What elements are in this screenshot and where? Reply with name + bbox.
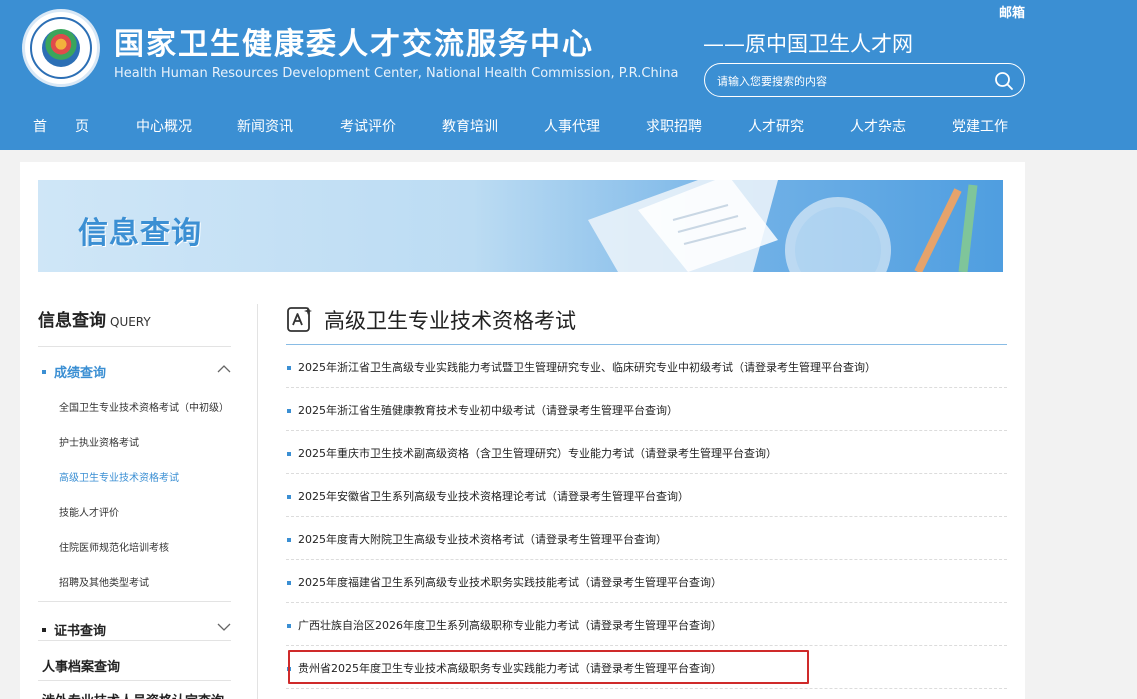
nav-personnel[interactable]: 人事代理 (544, 116, 600, 136)
nav-jobs[interactable]: 求职招聘 (646, 116, 702, 136)
list-item[interactable]: 2025年重庆市卫生技术副高级资格（含卫生管理研究）专业能力考试（请登录考生管理… (286, 431, 1007, 474)
nav-about[interactable]: 中心概况 (136, 116, 192, 136)
main-panel: 信息查询 信息查询 QUERY 成绩查询 全国卫生专业技术资格考试（中初级） 护士… (20, 162, 1025, 699)
list-item-text[interactable]: 2025年浙江省卫生高级专业实践能力考试暨卫生管理研究专业、临床研究专业中初级考… (298, 359, 876, 375)
sidebar-group-personnel[interactable]: 人事档案查询 (42, 656, 235, 675)
content-area: 高级卫生专业技术资格考试 2025年浙江省卫生高级专业实践能力考试暨卫生管理研究… (286, 302, 1007, 699)
sidebar-title-zh: 信息查询 (38, 311, 106, 331)
nav-party[interactable]: 党建工作 (952, 116, 1008, 136)
list-item[interactable]: 2025年度福建省卫生系列高级专业技术职务实践技能考试（请登录考生管理平台查询） (286, 560, 1007, 603)
mail-link[interactable]: 邮箱 (999, 2, 1025, 21)
bullet-icon (287, 409, 291, 413)
list-item-text[interactable]: 2025年浙江省生殖健康教育技术专业初中级考试（请登录考生管理平台查询） (298, 402, 678, 418)
list-item[interactable]: 2025年度青大附院卫生高级专业技术资格考试（请登录考生管理平台查询） (286, 517, 1007, 560)
bullet-icon (287, 624, 291, 628)
bullet-icon (287, 452, 291, 456)
sidebar-group-results[interactable]: 成绩查询 (38, 362, 231, 381)
nav-exams[interactable]: 考试评价 (340, 116, 396, 136)
list-item-text[interactable]: 2025年度青大附院卫生高级专业技术资格考试（请登录考生管理平台查询） (298, 531, 667, 547)
sidebar-item-residency[interactable]: 住院医师规范化培训考核 (59, 539, 169, 554)
selection-highlight-box (288, 650, 809, 684)
bullet-icon (287, 538, 291, 542)
sidebar-divider (38, 601, 231, 602)
nav-home[interactable]: 首 页 (33, 116, 89, 136)
sidebar-divider (38, 346, 231, 347)
sidebar-item-senior-exam[interactable]: 高级卫生专业技术资格考试 (59, 469, 179, 484)
former-site-name: ——原中国卫生人才网 (703, 32, 913, 56)
site-logo[interactable] (22, 9, 100, 87)
bullet-icon (42, 628, 46, 632)
ai-document-icon (287, 307, 312, 332)
sidebar-item-recruitment[interactable]: 招聘及其他类型考试 (59, 574, 149, 589)
site-subtitle: Health Human Resources Development Cente… (114, 66, 679, 81)
list-item[interactable]: 广西壮族自治区2026年度卫生系列高级职称专业能力考试（请登录考生管理平台查询） (286, 603, 1007, 646)
sidebar-title: 信息查询 QUERY (38, 306, 151, 331)
sidebar: 信息查询 QUERY 成绩查询 全国卫生专业技术资格考试（中初级） 护士执业资格考… (38, 302, 233, 699)
sidebar-divider (38, 640, 231, 641)
search-box (704, 63, 1025, 97)
bullet-icon (42, 370, 46, 374)
logo-emblem (42, 29, 80, 67)
nav-training[interactable]: 教育培训 (442, 116, 498, 136)
sidebar-group-label: 证书查询 (54, 624, 107, 639)
bullet-icon (287, 495, 291, 499)
list-item-text[interactable]: 2025年重庆市卫生技术副高级资格（含卫生管理研究）专业能力考试（请登录考生管理… (298, 445, 777, 461)
search-icon[interactable] (994, 71, 1014, 91)
list-item[interactable]: 2025年浙江省生殖健康教育技术专业初中级考试（请登录考生管理平台查询） (286, 388, 1007, 431)
nav-magazine[interactable]: 人才杂志 (850, 116, 906, 136)
magnifier-illustration-icon (588, 180, 978, 272)
column-divider (257, 304, 258, 699)
page-banner: 信息查询 (38, 180, 1003, 272)
list-item[interactable]: 2025年浙江省卫生高级专业实践能力考试暨卫生管理研究专业、临床研究专业中初级考… (286, 345, 1007, 388)
sidebar-group-label: 成绩查询 (54, 366, 107, 381)
sidebar-title-en: QUERY (110, 315, 151, 329)
sidebar-divider (38, 680, 231, 681)
site-title: 国家卫生健康委人才交流服务中心 (114, 27, 594, 62)
bullet-icon (287, 581, 291, 585)
sidebar-group-foreign[interactable]: 涉外专业技术人员资格认定查询 (42, 690, 235, 699)
chevron-down-icon[interactable] (217, 622, 231, 632)
list-item-text[interactable]: 2025年安徽省卫生系列高级专业技术资格理论考试（请登录考生管理平台查询） (298, 488, 689, 504)
main-nav: 首 页 中心概况 新闻资讯 考试评价 教育培训 人事代理 求职招聘 人才研究 人… (0, 106, 1137, 146)
list-item-text[interactable]: 2025年度福建省卫生系列高级专业技术职务实践技能考试（请登录考生管理平台查询） (298, 574, 722, 590)
list-item[interactable]: 2025年安徽省卫生系列高级专业技术资格理论考试（请登录考生管理平台查询） (286, 474, 1007, 517)
sidebar-group-certificate[interactable]: 证书查询 (38, 620, 231, 639)
search-input[interactable] (717, 72, 987, 90)
content-title: 高级卫生专业技术资格考试 (324, 309, 576, 333)
nav-research[interactable]: 人才研究 (748, 116, 804, 136)
bullet-icon (287, 366, 291, 370)
sidebar-item-nurse-exam[interactable]: 护士执业资格考试 (59, 434, 139, 449)
sidebar-item-skills[interactable]: 技能人才评价 (59, 504, 119, 519)
chevron-up-icon[interactable] (217, 364, 231, 374)
list-item-text[interactable]: 广西壮族自治区2026年度卫生系列高级职称专业能力考试（请登录考生管理平台查询） (298, 617, 722, 633)
banner-title: 信息查询 (78, 216, 202, 251)
sidebar-item-mid-junior-exam[interactable]: 全国卫生专业技术资格考试（中初级） (59, 399, 229, 414)
nav-news[interactable]: 新闻资讯 (237, 116, 293, 136)
site-header: 国家卫生健康委人才交流服务中心 Health Human Resources D… (0, 0, 1137, 150)
